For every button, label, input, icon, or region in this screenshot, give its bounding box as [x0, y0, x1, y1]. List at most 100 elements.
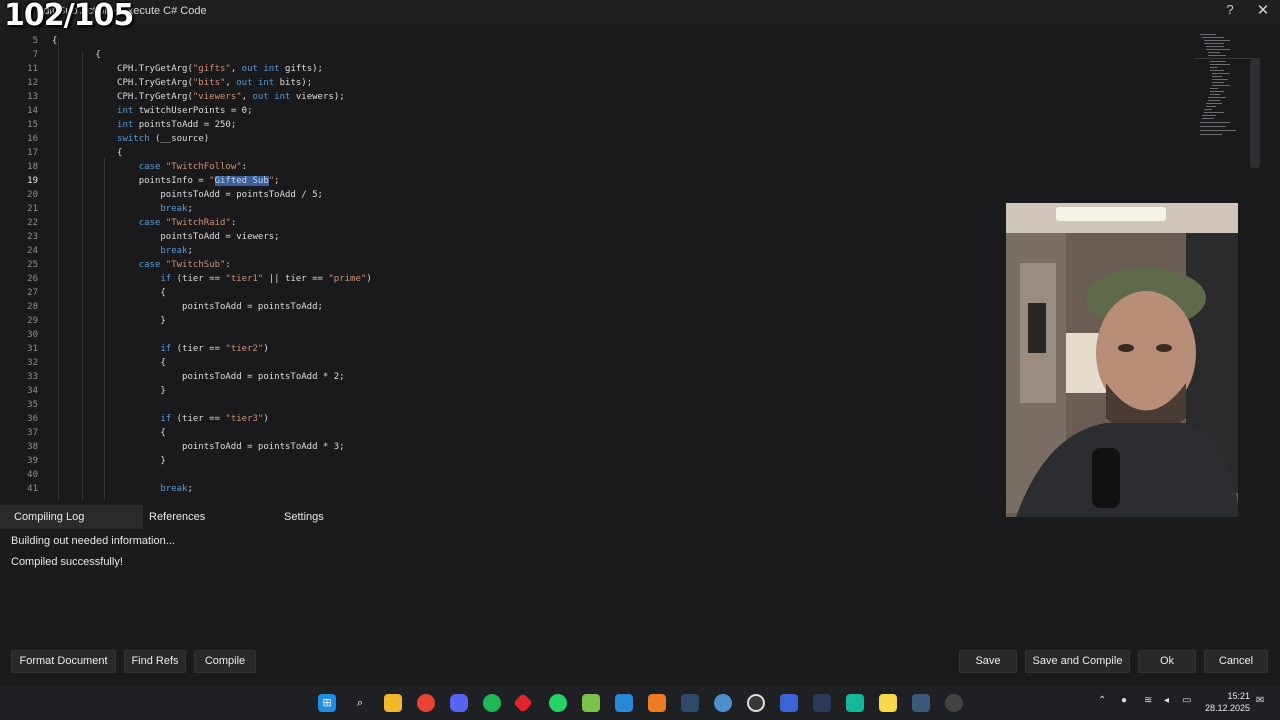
obs-icon[interactable] [747, 694, 765, 712]
notepad-green-icon[interactable] [582, 694, 600, 712]
code-line[interactable]: 5{ [0, 34, 1190, 48]
save-and-compile-button[interactable]: Save and Compile [1025, 650, 1130, 673]
code-text: pointsToAdd = pointsToAdd; [52, 302, 323, 312]
battery-icon[interactable]: ▭ [1182, 695, 1191, 706]
system-clock[interactable]: 15:21 28.12.2025 [1198, 690, 1250, 714]
tab-references[interactable]: References [135, 505, 270, 529]
save-button[interactable]: Save [959, 650, 1017, 673]
line-number: 24 [27, 246, 38, 256]
line-number: 38 [27, 442, 38, 452]
log-line: Building out needed information... [11, 535, 175, 547]
audio-app-icon[interactable] [813, 694, 831, 712]
tab-settings[interactable]: Settings [270, 505, 405, 529]
line-number: 32 [27, 358, 38, 368]
file-explorer-icon[interactable] [384, 694, 402, 712]
editor-scrollbar[interactable] [1250, 58, 1260, 168]
code-line[interactable]: 17 { [0, 146, 1190, 160]
title-bar: Edit Sub Action - Execute C# Code ? ✕ [0, 0, 1280, 24]
help-button[interactable]: ? [1222, 2, 1238, 20]
davinci-icon[interactable] [912, 694, 930, 712]
line-number: 39 [27, 456, 38, 466]
code-text: } [52, 386, 166, 396]
line-number: 37 [27, 428, 38, 438]
search-icon[interactable]: ⌕ [351, 694, 369, 712]
line-number: 30 [27, 330, 38, 340]
taskbar: ⊞ ⌕ ⌃ ● ≋ ◂ ▭ 15:21 28.12.2025 ✉ [0, 686, 1280, 720]
vscode-icon[interactable] [615, 694, 633, 712]
cancel-button[interactable]: Cancel [1204, 650, 1268, 673]
microphone-icon[interactable]: ● [1121, 695, 1127, 706]
code-text: pointsInfo = "Gifted Sub"; [52, 176, 280, 186]
steam-icon[interactable] [681, 694, 699, 712]
notification-icon[interactable]: ✉ [1256, 695, 1264, 706]
chatgpt-icon[interactable] [945, 694, 963, 712]
whatsapp-icon[interactable] [549, 694, 567, 712]
code-text: break; [160, 484, 193, 494]
app-red-icon[interactable] [513, 693, 533, 713]
code-line[interactable]: 13 CPH.TryGetArg("viewers", out int view… [0, 90, 1190, 104]
line-number: 12 [27, 78, 38, 88]
tab-compiling-log[interactable]: Compiling Log [0, 505, 143, 529]
line-number: 16 [27, 134, 38, 144]
app-blue-icon[interactable] [714, 694, 732, 712]
line-number: 26 [27, 274, 38, 284]
compile-button[interactable]: Compile [194, 650, 256, 673]
line-number: 34 [27, 386, 38, 396]
code-text: } [52, 316, 166, 326]
code-line[interactable]: 14 int twitchUserPoints = 0; [0, 104, 1190, 118]
line-number: 18 [27, 162, 38, 172]
line-number: 22 [27, 218, 38, 228]
chrome-icon[interactable] [417, 694, 435, 712]
code-line[interactable]: 18 case "TwitchFollow": [0, 160, 1190, 174]
code-text: switch (__source) [117, 134, 210, 144]
app-teal-icon[interactable] [846, 694, 864, 712]
line-number: 31 [27, 344, 38, 354]
line-number: 23 [27, 232, 38, 242]
line-number: 36 [27, 414, 38, 424]
line-number: 11 [27, 64, 38, 74]
code-text: CPH.TryGetArg("bits", out int bits); [52, 78, 313, 88]
sticky-notes-icon[interactable] [879, 694, 897, 712]
chevron-up-icon[interactable]: ⌃ [1098, 695, 1106, 706]
line-number: 25 [27, 260, 38, 270]
line-number: 40 [27, 470, 38, 480]
spotify-icon[interactable] [483, 694, 501, 712]
code-line[interactable]: 11 CPH.TryGetArg("gifts", out int gifts)… [0, 62, 1190, 76]
clock-time: 15:21 [1227, 691, 1250, 701]
code-text: break; [160, 246, 193, 256]
line-number: 20 [27, 190, 38, 200]
line-number: 19 [27, 176, 38, 186]
code-text: CPH.TryGetArg("gifts", out int gifts); [52, 64, 323, 74]
ok-button[interactable]: Ok [1138, 650, 1196, 673]
wifi-icon[interactable]: ≋ [1144, 695, 1152, 706]
minimap[interactable] [1194, 30, 1244, 140]
code-line[interactable]: 12 CPH.TryGetArg("bits", out int bits); [0, 76, 1190, 90]
windows-start-icon[interactable]: ⊞ [318, 694, 336, 712]
discord-icon[interactable] [450, 694, 468, 712]
find-refs-button[interactable]: Find Refs [124, 650, 186, 673]
line-number: 7 [32, 50, 38, 60]
line-number: 14 [27, 106, 38, 116]
format-document-button[interactable]: Format Document [11, 650, 116, 673]
code-text: case "TwitchRaid": [138, 218, 237, 228]
code-line[interactable]: 15 int pointsToAdd = 250; [0, 118, 1190, 132]
line-number: 35 [27, 400, 38, 410]
close-button[interactable]: ✕ [1254, 1, 1272, 21]
code-line[interactable]: 7 { [0, 48, 1190, 62]
code-line[interactable]: 19 pointsInfo = "Gifted Sub"; [0, 174, 1190, 188]
speaker-icon[interactable]: ◂ [1164, 695, 1169, 706]
code-text: pointsToAdd = pointsToAdd * 3; [52, 442, 345, 452]
streamerbot-icon[interactable] [780, 694, 798, 712]
code-text: if (tier == "tier2") [160, 344, 269, 354]
code-line[interactable]: 16 switch (__source) [0, 132, 1190, 146]
code-text: int pointsToAdd = 250; [117, 120, 237, 130]
code-text: CPH.TryGetArg("viewers", out int viewers… [52, 92, 345, 102]
code-text: case "TwitchSub": [138, 260, 231, 270]
code-text: { [52, 50, 101, 60]
line-number: 41 [27, 484, 38, 494]
code-text: { [52, 148, 123, 158]
code-line[interactable]: 20 pointsToAdd = pointsToAdd / 5; [0, 188, 1190, 202]
line-number: 5 [32, 36, 38, 46]
webcam-image [1006, 203, 1238, 517]
app-orange-icon[interactable] [648, 694, 666, 712]
